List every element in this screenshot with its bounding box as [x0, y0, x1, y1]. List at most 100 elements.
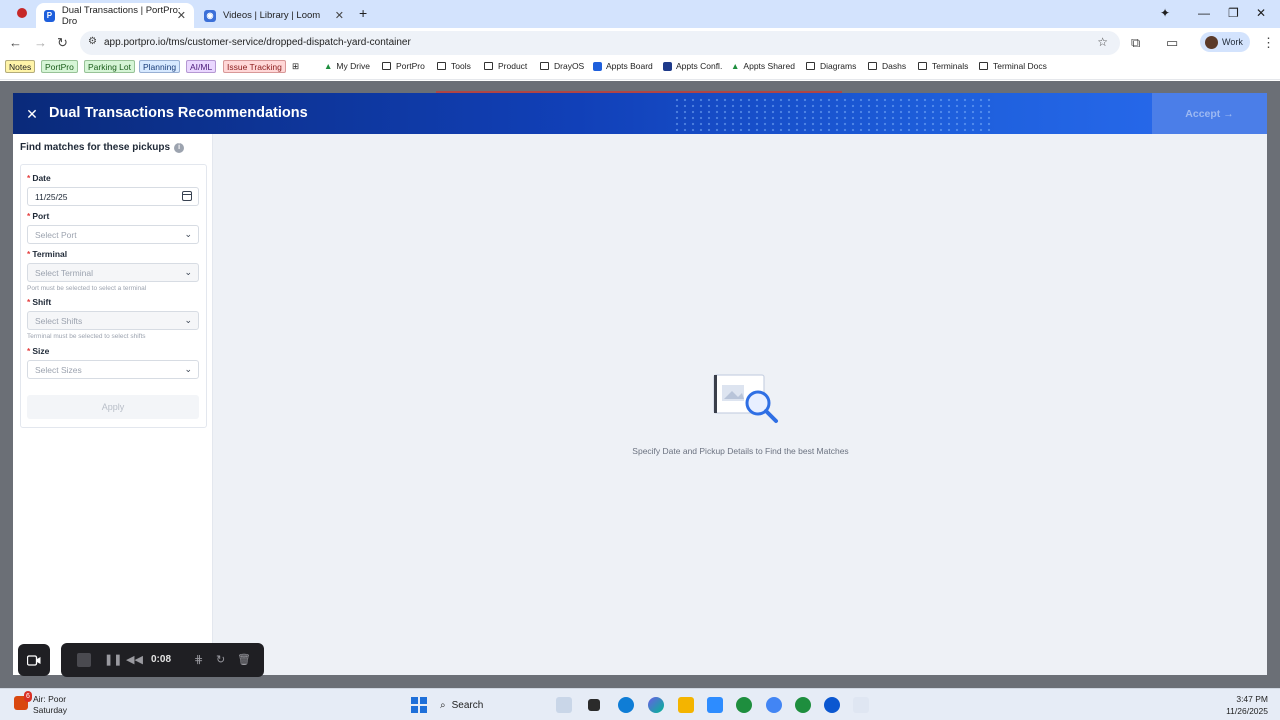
bookmark-dashs[interactable]: Dashs — [868, 61, 906, 71]
bookmark-portpro-chip[interactable]: PortPro — [41, 60, 78, 73]
bookmark-appts-shared[interactable]: ▲ Appts Shared — [731, 61, 795, 71]
maximize-icon[interactable]: ❐ — [1228, 6, 1239, 20]
slack-icon[interactable] — [766, 697, 782, 713]
widgets-icon[interactable] — [556, 697, 572, 713]
pickup-filter-form: * Date 11/25/25 * Port Select Port ⌄ * Term… — [20, 164, 207, 428]
trash-icon[interactable]: 🗑 — [237, 653, 251, 666]
bookmark-star-icon[interactable]: ☆ — [1097, 35, 1108, 49]
terminal-app-icon[interactable] — [588, 699, 600, 711]
windows-start-icon[interactable] — [411, 697, 427, 713]
modal-header: ✕ Dual Transactions Recommendations Acce… — [13, 93, 1267, 134]
shift-select[interactable]: Select Shifts ⌄ — [27, 311, 199, 330]
port-placeholder: Select Port — [35, 230, 77, 240]
calendar-icon[interactable] — [182, 191, 192, 201]
bookmark-ai-ml[interactable]: AI/ML — [186, 60, 217, 73]
shift-label: * Shift — [27, 297, 51, 307]
bookmark-terminals[interactable]: Terminals — [918, 61, 968, 71]
terminal-select[interactable]: Select Terminal ⌄ — [27, 263, 199, 282]
bookmark-appts-board[interactable]: Appts Board — [593, 61, 653, 71]
chrome-work-icon[interactable] — [824, 697, 840, 713]
grid-icon[interactable]: ⋕ — [194, 653, 203, 666]
bookmark-label: My Drive — [336, 61, 370, 71]
terminal-hint: Port must be selected to select a termin… — [27, 285, 147, 292]
cast-icon[interactable]: ▭ — [1166, 35, 1178, 51]
forward-icon[interactable]: → — [34, 35, 47, 50]
copilot-icon[interactable] — [648, 697, 664, 713]
port-select[interactable]: Select Port ⌄ — [27, 225, 199, 244]
date-input[interactable]: 11/25/25 — [27, 187, 199, 206]
taskbar-search[interactable]: ⌕ Search — [440, 694, 540, 716]
chrome-profile-icon[interactable] — [795, 697, 811, 713]
close-window-icon[interactable]: ✕ — [1256, 6, 1266, 20]
size-label-text: Size — [32, 346, 50, 356]
close-tab-icon[interactable]: ✕ — [335, 9, 344, 22]
restart-icon[interactable]: ↻ — [216, 653, 225, 666]
file-explorer-icon[interactable] — [678, 697, 694, 713]
apps-grid-icon[interactable]: ⊞ — [292, 61, 299, 72]
bookmark-label: PortPro — [396, 61, 425, 71]
bookmark-drayos[interactable]: DrayOS — [540, 61, 584, 71]
folder-icon — [918, 62, 927, 70]
search-label: Search — [451, 699, 484, 711]
close-modal-button[interactable]: ✕ — [23, 105, 41, 123]
tab-title: Dual Transactions | PortPro: Dro — [61, 4, 181, 27]
bookmark-label: Appts Confl. — [676, 61, 723, 71]
extensions-icon[interactable]: ⧉ — [1131, 35, 1140, 51]
reload-icon[interactable]: ↻ — [57, 35, 68, 51]
rewind-icon[interactable]: ◀◀ — [126, 653, 143, 666]
bookmark-diagrams[interactable]: Diagrams — [806, 61, 856, 71]
bookmark-portpro-folder[interactable]: PortPro — [382, 61, 425, 71]
folder-icon — [437, 62, 446, 70]
tab-loom-videos[interactable]: ◉ Videos | Library | Loom ✕ — [196, 3, 352, 28]
site-info-icon[interactable]: ⚙ — [88, 36, 97, 47]
taskbar: 6 Air: Poor Saturday ⌕ Search 3:47 PM 11… — [0, 688, 1280, 720]
search-icon: ⌕ — [440, 699, 446, 711]
port-label: * Port — [27, 211, 49, 221]
bookmark-label: Diagrams — [820, 61, 857, 71]
bookmark-my-drive[interactable]: ▲ My Drive — [324, 61, 370, 71]
close-tab-icon[interactable]: ✕ — [177, 9, 186, 22]
gemini-icon[interactable]: ✦ — [1160, 6, 1170, 20]
chevron-down-icon: ⌄ — [184, 364, 192, 374]
tab-title: Videos | Library | Loom — [223, 10, 321, 21]
profile-button[interactable]: Work — [1200, 32, 1250, 52]
bookmark-terminal-docs[interactable]: Terminal Docs — [979, 61, 1047, 71]
back-icon[interactable]: ← — [9, 35, 22, 50]
snipping-tool-icon[interactable] — [853, 697, 869, 713]
menu-icon[interactable]: ⋮ — [1262, 35, 1275, 51]
bookmark-appts-confl[interactable]: Appts Confl. — [663, 61, 722, 71]
accept-button[interactable]: Accept → — [1152, 93, 1267, 134]
bookmark-tools[interactable]: Tools — [437, 61, 471, 71]
chevron-down-icon: ⌄ — [184, 267, 192, 277]
address-bar[interactable]: ⚙ app.portpro.io/tms/customer-service/dr… — [80, 31, 1120, 55]
camera-toggle-button[interactable] — [18, 644, 50, 676]
size-select[interactable]: Select Sizes ⌄ — [27, 360, 199, 379]
chrome-icon[interactable] — [736, 697, 752, 713]
required-marker: * — [27, 173, 31, 183]
port-label-text: Port — [32, 211, 50, 221]
system-clock[interactable]: 3:47 PM 11/26/2025 — [1210, 693, 1268, 717]
bookmark-planning[interactable]: Planning — [139, 60, 181, 73]
drive-icon: ▲ — [324, 61, 333, 71]
recording-time: 0:08 — [151, 654, 172, 665]
pause-icon[interactable]: ❚❚ — [104, 653, 122, 666]
stop-recording-button[interactable] — [77, 653, 91, 667]
appts-icon — [663, 61, 672, 71]
size-label: * Size — [27, 346, 49, 356]
bookmark-product[interactable]: Product — [484, 61, 527, 71]
bookmark-notes[interactable]: Notes — [5, 60, 36, 73]
tab-dual-transactions[interactable]: P Dual Transactions | PortPro: Dro ✕ — [36, 3, 194, 28]
bookmark-issue-tracking[interactable]: Issue Tracking — [223, 60, 286, 73]
info-icon[interactable]: i — [174, 142, 185, 153]
bookmark-parking-lot[interactable]: Parking Lot — [84, 60, 135, 73]
bookmark-label: Terminals — [932, 61, 969, 71]
edge-icon[interactable] — [618, 697, 634, 713]
weather-widget[interactable]: 6 Air: Poor Saturday — [14, 691, 67, 716]
minimize-icon[interactable]: — — [1198, 6, 1210, 20]
terminal-label: * Terminal — [27, 249, 67, 259]
new-tab-icon[interactable]: + — [359, 5, 367, 21]
browser-toolbar: ← → ↻ ⚙ app.portpro.io/tms/customer-serv… — [0, 28, 1280, 58]
apply-button[interactable]: Apply — [27, 395, 199, 419]
camera-icon — [27, 654, 41, 666]
teams-icon[interactable] — [707, 697, 723, 713]
